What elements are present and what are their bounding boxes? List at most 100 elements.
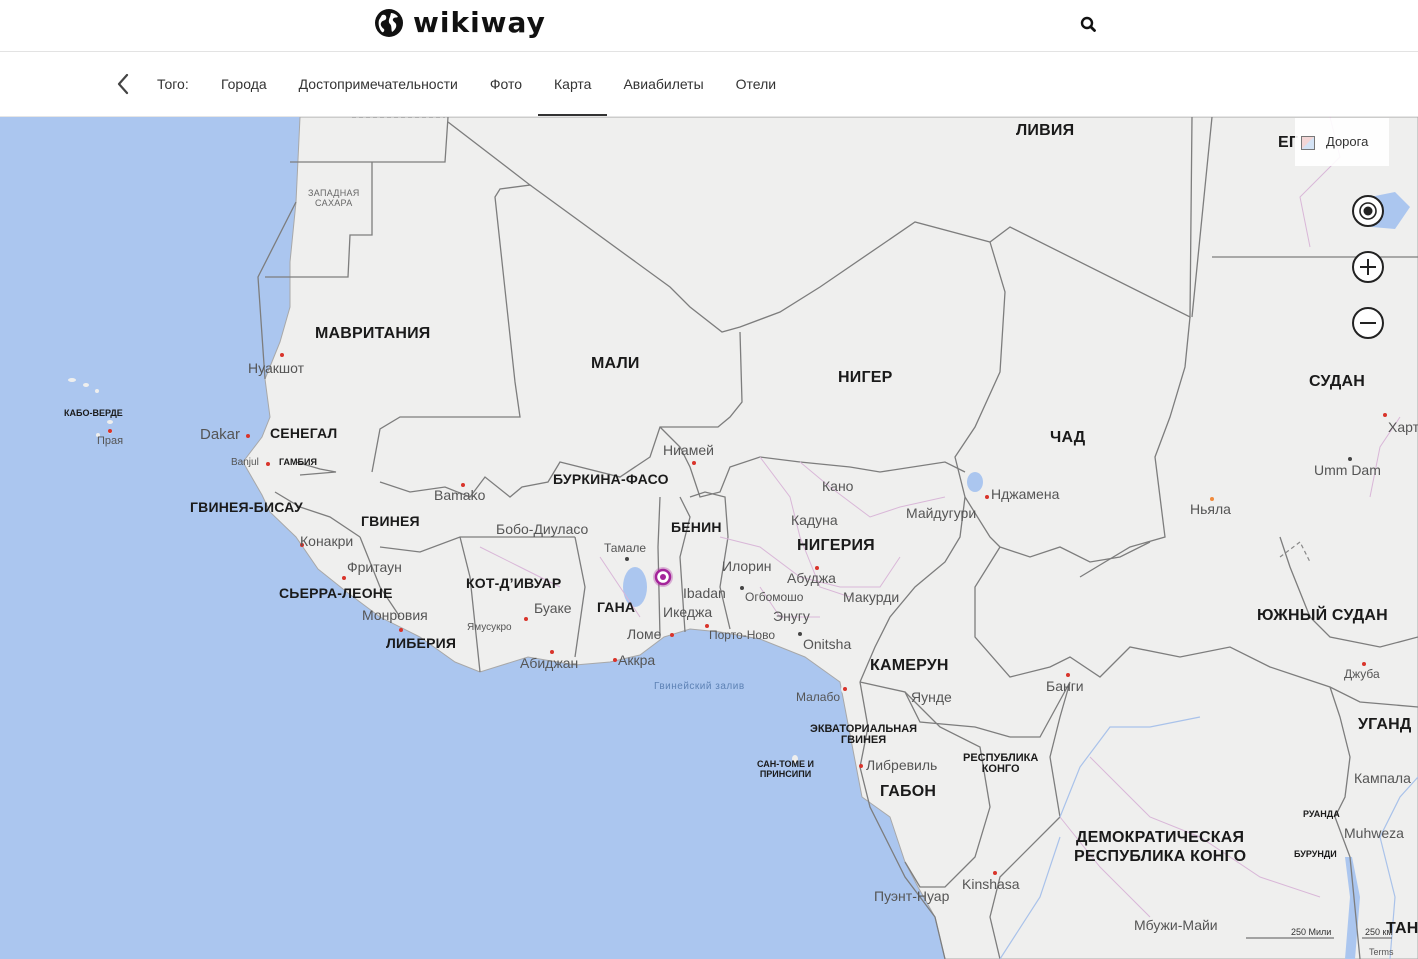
city-libreville: Либревиль bbox=[866, 757, 938, 773]
city-muhweza: Muhweza bbox=[1344, 825, 1404, 841]
label-ghana: ГАНА bbox=[597, 599, 636, 615]
city-onitsha: Onitsha bbox=[803, 636, 852, 652]
city-mbuji-mayi: Мбужи-Майи bbox=[1134, 917, 1218, 933]
city-banjul: Banjul bbox=[231, 457, 259, 468]
city-yamoussoukro: Ямусукро bbox=[467, 622, 512, 633]
dot-khartoum bbox=[1383, 413, 1387, 417]
map-style-switcher[interactable]: Дорога bbox=[1295, 118, 1389, 166]
label-sao-tome-1: САН-ТОМЕ И bbox=[757, 759, 815, 769]
dot-umm-dam bbox=[1348, 457, 1352, 461]
back-button[interactable] bbox=[113, 71, 135, 97]
dot-abidjan bbox=[550, 650, 554, 654]
label-cote-divoire: КОТ-Д’ИВУАР bbox=[466, 575, 562, 591]
plus-icon bbox=[1360, 259, 1376, 275]
zoom-in-button[interactable] bbox=[1352, 251, 1384, 283]
label-drc: ДЕМОКРАТИЧЕСКАЯ РЕСПУБЛИКА КОНГО bbox=[1074, 828, 1246, 866]
label-cabo-verde: КАБО-ВЕРДЕ bbox=[64, 408, 123, 418]
label-cameroon: КАМЕРУН bbox=[870, 657, 949, 674]
tab-photo[interactable]: Фото bbox=[474, 52, 538, 116]
city-umm-dam: Umm Dam bbox=[1314, 462, 1381, 478]
label-rwanda: РУАНДА bbox=[1303, 809, 1340, 819]
label-drc-1: ДЕМОКРАТИЧЕСКАЯ bbox=[1076, 829, 1245, 846]
dot-kinshasa bbox=[993, 871, 997, 875]
minus-icon bbox=[1360, 322, 1376, 324]
label-western-sahara: ЗАПАДНАЯ САХАРА bbox=[308, 188, 360, 208]
tab-sights[interactable]: Достопримечательности bbox=[283, 52, 474, 116]
dot-banjul bbox=[266, 462, 270, 466]
map-canvas[interactable]: ЛИВИЯ ЕГ МАВРИТАНИЯ МАЛИ НИГЕР ЧАД СУДАН… bbox=[0, 117, 1418, 959]
city-conakry: Конакри bbox=[300, 533, 354, 549]
dot-monrovia bbox=[399, 628, 403, 632]
nav-tabs: Города Достопримечательности Фото Карта … bbox=[205, 52, 792, 116]
city-freetown: Фритаун bbox=[347, 559, 402, 575]
zoom-out-button[interactable] bbox=[1352, 307, 1384, 339]
label-sao-tome: САН-ТОМЕ И ПРИНСИПИ bbox=[757, 759, 814, 779]
label-mauritania: МАВРИТАНИЯ bbox=[315, 325, 431, 342]
city-abidjan: Абиджан bbox=[520, 655, 579, 671]
label-w-sahara-2: САХАРА bbox=[315, 198, 353, 208]
label-south-sudan: ЮЖНЫЙ СУДАН bbox=[1257, 607, 1388, 624]
label-burkina-faso: БУРКИНА-ФАСО bbox=[553, 471, 669, 487]
dot-ogbomosho bbox=[740, 586, 744, 590]
terms-link[interactable]: Terms bbox=[1369, 947, 1394, 957]
city-porto-novo: Порто-Ново bbox=[709, 628, 775, 642]
city-malabo: Малабо bbox=[796, 690, 841, 704]
city-enugu: Энугу bbox=[773, 608, 810, 624]
label-congo: РЕСПУБЛИКА КОНГО bbox=[963, 753, 1038, 775]
label-sao-tome-2: ПРИНСИПИ bbox=[759, 769, 812, 779]
city-abuja: Абуджа bbox=[787, 570, 836, 586]
city-bamako: Bamako bbox=[434, 487, 486, 503]
site-header: wikiway bbox=[0, 0, 1418, 52]
label-eq-guinea-2: ГВИНЕЯ bbox=[840, 734, 887, 746]
city-bangui: Банги bbox=[1046, 678, 1084, 694]
city-bouake: Буаке bbox=[534, 600, 572, 616]
label-gabon: ГАБОН bbox=[880, 783, 937, 800]
label-guinea: ГВИНЕЯ bbox=[361, 513, 420, 529]
label-uganda: УГАНД bbox=[1358, 716, 1412, 733]
label-niger: НИГЕР bbox=[838, 369, 893, 386]
city-nouakchott: Нуакшот bbox=[248, 360, 304, 376]
city-kano: Кано bbox=[822, 478, 854, 494]
tab-hotels[interactable]: Отели bbox=[720, 52, 792, 116]
city-khartoum: Харт bbox=[1388, 419, 1418, 435]
city-ndjamena: Нджамена bbox=[991, 486, 1060, 502]
dot-lome bbox=[670, 633, 674, 637]
tab-map[interactable]: Карта bbox=[538, 52, 608, 116]
label-drc-2: РЕСПУБЛИКА КОНГО bbox=[1074, 848, 1247, 865]
city-maiduguri: Майдугури bbox=[906, 505, 977, 521]
location-marker[interactable] bbox=[652, 566, 674, 588]
city-dakar: Dakar bbox=[200, 426, 241, 443]
label-mali: МАЛИ bbox=[591, 355, 640, 372]
label-senegal: СЕНЕГАЛ bbox=[270, 425, 338, 441]
scale-km: 250 км bbox=[1365, 927, 1393, 937]
city-kinshasa: Kinshasa bbox=[962, 876, 1020, 892]
city-ogbomosho: Огбомошо bbox=[745, 590, 804, 604]
tab-flights[interactable]: Авиабилеты bbox=[607, 52, 719, 116]
section-nav: Того: Города Достопримечательности Фото … bbox=[0, 52, 1418, 117]
city-praia: Прая bbox=[97, 435, 124, 447]
city-accra: Аккра bbox=[618, 652, 656, 668]
lake-chad bbox=[967, 472, 983, 492]
search-button[interactable] bbox=[1079, 15, 1099, 35]
tab-cities[interactable]: Города bbox=[205, 52, 283, 116]
city-monrovia: Монровия bbox=[362, 607, 428, 623]
dot-nouakchott bbox=[280, 353, 284, 357]
label-liberia: ЛИБЕРИЯ bbox=[386, 635, 457, 651]
logo-text: wikiway bbox=[413, 6, 546, 39]
city-ikeja: Икеджа bbox=[663, 604, 713, 620]
city-bobo: Бобо-Диуласо bbox=[496, 521, 589, 537]
scale-miles: 250 Мили bbox=[1291, 927, 1332, 937]
dot-juba bbox=[1362, 662, 1366, 666]
city-ibadan: Ibadan bbox=[683, 585, 726, 601]
city-tamale: Тамале bbox=[604, 541, 647, 555]
pin-icon bbox=[653, 567, 673, 587]
label-gulf-of-guinea: Гвинейский залив bbox=[654, 681, 745, 692]
chevron-left-icon bbox=[117, 73, 129, 95]
dot-praia bbox=[108, 429, 112, 433]
dot-dakar bbox=[246, 434, 250, 438]
locate-me-button[interactable] bbox=[1352, 195, 1384, 227]
label-congo-2: КОНГО bbox=[981, 763, 1020, 775]
label-sudan: СУДАН bbox=[1309, 373, 1365, 390]
dot-yamoussoukro bbox=[524, 617, 528, 621]
site-logo[interactable]: wikiway bbox=[373, 6, 546, 39]
